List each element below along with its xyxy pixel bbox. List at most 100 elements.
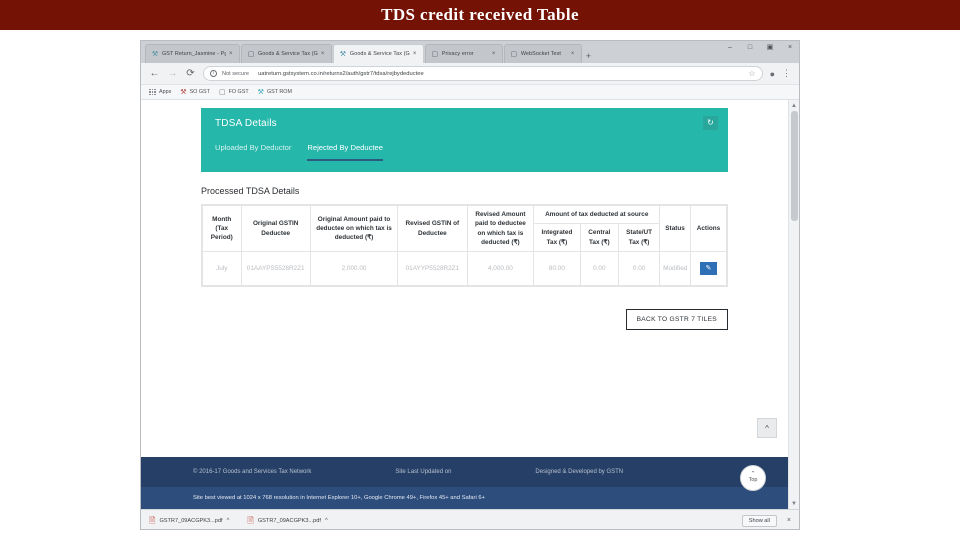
tab-rejected-by-deductee[interactable]: Rejected By Deductee xyxy=(307,143,383,161)
back-button[interactable]: ← xyxy=(149,68,160,79)
bookmark-star-icon[interactable]: ☆ xyxy=(748,69,755,78)
browser-tab-label: GST Return_Jasmine - Pg xyxy=(162,51,226,57)
show-all-downloads-button[interactable]: Show all xyxy=(741,514,777,527)
bookmark-label: FO GST xyxy=(228,89,249,95)
th-central-tax: Central Tax (₹) xyxy=(579,223,620,253)
chevron-up-icon: ^ xyxy=(765,423,769,433)
back-to-gstr7-tiles-button[interactable]: BACK TO GSTR 7 TILES xyxy=(625,309,728,331)
menu-icon[interactable]: ⋮ xyxy=(782,68,791,79)
page-title: TDS credit received Table xyxy=(381,5,579,24)
maximize-button[interactable]: □ xyxy=(745,44,755,51)
gst-icon: ⚒ xyxy=(339,50,347,58)
close-icon[interactable]: × xyxy=(787,517,791,524)
th-month: Month (Tax Period) xyxy=(202,204,242,253)
downloads-bar: 🗎 GSTR7_09ACGPK3...pdf ^ 🗎 GSTR7_09ACGPK… xyxy=(141,509,799,529)
gst-icon: ⚒ xyxy=(257,88,264,96)
th-original-gstin: Original GSTIN Deductee xyxy=(240,204,311,253)
th-tax-group: Amount of tax deducted at source xyxy=(533,204,661,225)
browser-tab-label: WebSocket Test xyxy=(520,51,561,57)
close-icon[interactable]: × xyxy=(321,51,327,57)
bookmark-gst-rom[interactable]: ⚒ GST ROM xyxy=(258,89,292,96)
bookmark-label: SO GST xyxy=(189,89,210,95)
th-original-amount: Original Amount paid to deductee on whic… xyxy=(309,204,399,253)
scrollbar-down-arrow-icon[interactable]: ▼ xyxy=(789,498,799,509)
page-icon: ▢ xyxy=(218,88,226,96)
tdsa-tab-bar: Uploaded By Deductor Rejected By Deducte… xyxy=(215,143,714,161)
table-footer-actions: BACK TO GSTR 7 TILES xyxy=(201,309,728,331)
th-revised-amount: Revised Amount paid to deductee on which… xyxy=(466,204,535,253)
th-actions: Actions xyxy=(689,204,728,253)
forward-button[interactable]: → xyxy=(167,68,178,79)
bookmark-so-gst[interactable]: ⚒ SO GST xyxy=(180,89,210,96)
processed-tdsa-table-wrapper: Month (Tax Period) Original GSTIN Deduct… xyxy=(201,204,728,288)
refresh-button[interactable]: ↻ xyxy=(703,116,718,130)
apps-grid-icon xyxy=(149,88,156,96)
minimize-button[interactable]: – xyxy=(725,44,735,51)
th-revised-gstin: Revised GSTIN of Deductee xyxy=(397,204,468,253)
footer-developed-by: Designed & Developed by GSTN xyxy=(535,469,624,475)
new-tab-button[interactable]: + xyxy=(586,51,591,61)
browser-window: ⚒ GST Return_Jasmine - Pg × ▢ Goods & Se… xyxy=(140,40,800,530)
cell-month: July xyxy=(202,251,242,287)
gst-portal-page: TDSA Details ↻ Uploaded By Deductor Reje… xyxy=(141,100,788,509)
profile-icon[interactable]: ● xyxy=(770,69,775,79)
page-icon: ▢ xyxy=(431,50,439,58)
page-viewport: TDSA Details ↻ Uploaded By Deductor Reje… xyxy=(141,100,799,509)
scroll-to-top-label: Top xyxy=(748,477,758,483)
close-button[interactable]: × xyxy=(785,44,795,51)
scrollbar-thumb[interactable] xyxy=(791,111,798,221)
security-status-label: Not secure xyxy=(222,70,250,77)
reload-button[interactable]: ⟳ xyxy=(185,68,196,79)
bookmark-label: Apps xyxy=(159,89,172,95)
processed-tdsa-table: Month (Tax Period) Original GSTIN Deduct… xyxy=(202,204,728,287)
chevron-up-icon[interactable]: ^ xyxy=(325,518,328,524)
browser-tab-1[interactable]: ⚒ GST Return_Jasmine - Pg × xyxy=(145,44,240,63)
browser-tab-4[interactable]: ▢ Privacy error × xyxy=(424,44,503,63)
close-icon[interactable]: × xyxy=(492,51,498,57)
page-footer-secondary: Site best viewed at 1024 x 768 resolutio… xyxy=(141,487,788,509)
pencil-icon: ✎ xyxy=(705,265,712,273)
browser-tab-label: Privacy error xyxy=(441,51,474,57)
cell-central-tax: 0.00 xyxy=(579,251,620,287)
th-integrated-tax: Integrated Tax (₹) xyxy=(533,223,581,253)
browser-tab-5[interactable]: ▢ WebSocket Test × xyxy=(503,44,582,63)
close-icon[interactable]: × xyxy=(413,51,419,57)
browser-tab-2[interactable]: ▢ Goods & Service Tax (G × xyxy=(241,44,332,63)
restore-button[interactable]: ▣ xyxy=(765,43,775,51)
close-icon[interactable]: × xyxy=(229,51,235,57)
status-badge: Modified xyxy=(659,251,691,287)
window-controls: – □ ▣ × xyxy=(725,43,795,52)
cell-original-amount: 2,000.00 xyxy=(309,251,399,287)
vertical-scrollbar[interactable]: ▲ ▼ xyxy=(788,100,799,509)
cell-actions: ✎ xyxy=(689,251,728,287)
address-bar[interactable]: i Not secure uatreturn.gstsystem.co.in/r… xyxy=(203,66,763,81)
scrollbar-up-arrow-icon[interactable]: ▲ xyxy=(789,100,799,111)
footer-browser-note: Site best viewed at 1024 x 768 resolutio… xyxy=(193,495,485,501)
gst-icon: ⚒ xyxy=(180,88,187,96)
footer-last-updated: Site Last Updated on xyxy=(395,469,452,475)
url-text: uatreturn.gstsystem.co.in/returns2/auth/… xyxy=(258,70,424,77)
browser-tab-label: Goods & Service Tax (G xyxy=(258,51,318,57)
info-icon[interactable]: i xyxy=(210,70,217,77)
scroll-up-button[interactable]: ^ xyxy=(757,418,777,438)
downloads-bar-actions: Show all × xyxy=(741,514,791,527)
bookmark-apps[interactable]: Apps xyxy=(149,88,172,96)
th-state-tax: State/UT Tax (₹) xyxy=(618,223,661,253)
download-file-name: GSTR7_09ACGPK3...pdf xyxy=(159,517,223,524)
download-item-1[interactable]: 🗎 GSTR7_09ACGPK3...pdf ^ xyxy=(149,516,230,525)
bookmark-fo-gst[interactable]: ▢ FO GST xyxy=(219,89,249,96)
scroll-to-top-button[interactable]: ⌃ Top xyxy=(740,465,766,491)
bookmarks-bar: Apps ⚒ SO GST ▢ FO GST ⚒ GST ROM xyxy=(141,85,799,100)
cell-revised-gstin: 01AYYP5528R2Z1 xyxy=(397,251,468,287)
browser-tab-strip: ⚒ GST Return_Jasmine - Pg × ▢ Goods & Se… xyxy=(141,41,799,63)
bookmark-label: GST ROM xyxy=(266,89,292,95)
tab-uploaded-by-deductor[interactable]: Uploaded By Deductor xyxy=(215,143,291,161)
close-icon[interactable]: × xyxy=(571,51,577,57)
download-item-2[interactable]: 🗎 GSTR7_09ACGPK3...pdf ^ xyxy=(247,516,328,525)
chevron-up-icon[interactable]: ^ xyxy=(227,518,230,524)
browser-tab-3-active[interactable]: ⚒ Goods & Service Tax (G × xyxy=(332,44,424,63)
page-icon: ▢ xyxy=(247,50,255,58)
tdsa-header: TDSA Details ↻ Uploaded By Deductor Reje… xyxy=(201,108,728,172)
cell-revised-amount: 4,000.00 xyxy=(466,251,535,287)
edit-button[interactable]: ✎ xyxy=(699,262,717,276)
